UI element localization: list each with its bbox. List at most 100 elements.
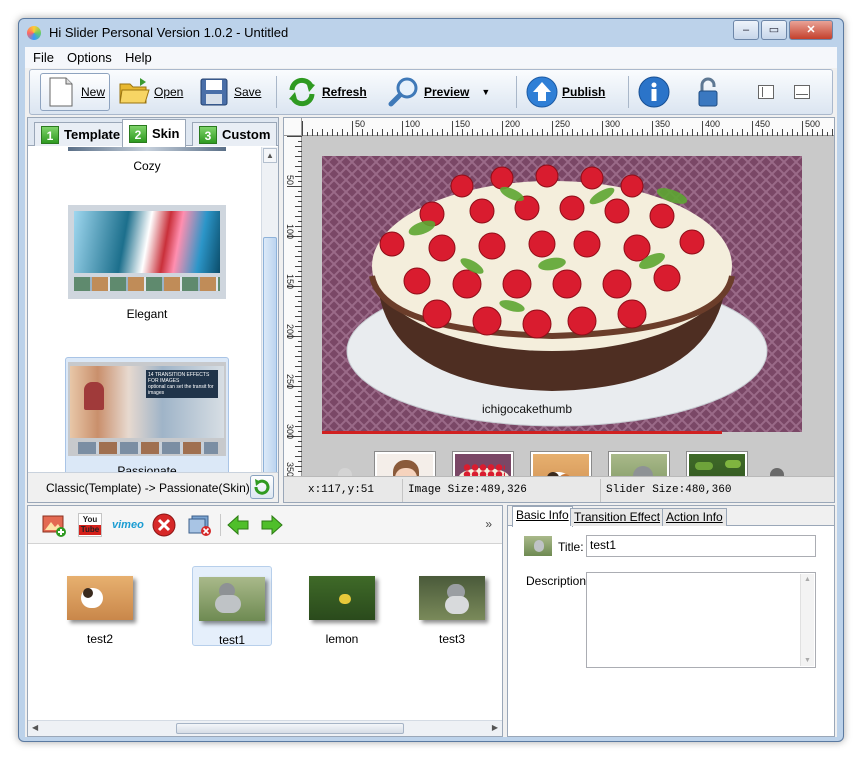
menu-help[interactable]: Help — [125, 50, 152, 65]
slide-preview-image[interactable]: ichigocakethumb — [322, 156, 802, 432]
about-button[interactable] — [638, 73, 670, 111]
more-icon[interactable]: » — [485, 517, 492, 531]
preview-label: Preview — [424, 85, 470, 99]
add-image-button[interactable] — [42, 513, 66, 537]
ruler-label: 50 — [355, 119, 366, 129]
slide-progress-bar — [322, 431, 722, 434]
tab-number-badge: 2 — [129, 124, 147, 143]
menu-bar: File Options Help — [25, 47, 837, 68]
tab-label: Action Info — [666, 510, 723, 524]
scroll-right-icon[interactable]: ▶ — [492, 723, 498, 732]
scroll-up-icon[interactable]: ▲ — [263, 148, 277, 163]
tab-template-label: Template — [64, 127, 121, 142]
ruler-label: 300 — [285, 424, 295, 440]
preview-button[interactable]: Preview ▼ — [388, 73, 490, 111]
scroll-down-icon[interactable]: ▼ — [804, 657, 811, 664]
magnifier-icon — [388, 76, 420, 108]
tab-transition-effect[interactable]: Transition Effect — [570, 508, 665, 526]
clear-images-icon — [188, 515, 211, 536]
close-button[interactable]: ✕ — [789, 20, 833, 40]
chevron-down-icon[interactable]: ▼ — [481, 87, 490, 97]
tab-skin[interactable]: 2 Skin — [122, 119, 187, 147]
scroll-thumb[interactable] — [176, 723, 404, 734]
scroll-left-icon[interactable]: ◀ — [32, 723, 38, 732]
tab-number-badge: 1 — [41, 125, 59, 144]
gallery-thumbnail — [199, 577, 265, 621]
refresh-button[interactable]: Refresh — [286, 73, 367, 111]
canvas-status-bar: x:117,y:51 Image Size:489,326 Slider Siz… — [284, 476, 834, 502]
menu-options[interactable]: Options — [67, 50, 112, 65]
add-youtube-button[interactable]: You Tube — [78, 513, 102, 537]
collapse-bottom-button[interactable] — [794, 73, 810, 111]
title-input[interactable]: test1 — [586, 535, 816, 557]
gallery-item-lemon[interactable]: lemon — [302, 566, 382, 646]
toolbar-separator — [628, 76, 629, 108]
description-scrollbar[interactable]: ▲ ▼ — [800, 574, 814, 666]
new-label: New — [81, 85, 106, 99]
main-toolbar: New Open Save Refresh Preview ▼ Publish — [29, 69, 833, 115]
publish-label: Publish — [562, 85, 606, 99]
skin-thumbnail: 14 TRANSITION EFFECTS FOR IMAGES optiona… — [68, 362, 226, 456]
move-right-button[interactable] — [260, 513, 284, 537]
tab-action-info[interactable]: Action Info — [662, 508, 727, 526]
skin-list: Cozy Elegant 14 TRANSITION EFFECTS FOR I… — [28, 147, 262, 489]
skin-panel: 1 Template 2 Skin 3 Custom Cozy Elegant … — [27, 117, 279, 503]
skin-thumbnail — [68, 147, 226, 151]
delete-button[interactable] — [152, 513, 176, 537]
collapse-left-button[interactable] — [758, 73, 774, 111]
minimize-button[interactable]: – — [733, 20, 759, 40]
skin-item-cozy[interactable]: Cozy — [65, 147, 229, 173]
slider-canvas: 50 100 150 200 250 300 350 400 450 500 5… — [283, 117, 835, 503]
gallery-item-test3[interactable]: test3 — [412, 566, 492, 646]
gallery-item-name: test1 — [218, 633, 245, 647]
save-button[interactable]: Save — [198, 73, 261, 111]
description-textarea[interactable] — [586, 572, 816, 668]
scroll-up-icon[interactable]: ▲ — [804, 576, 811, 583]
skin-status-text: Classic(Template) -> Passionate(Skin) — [46, 481, 250, 495]
open-button[interactable]: Open — [118, 73, 183, 111]
scroll-thumb[interactable] — [263, 237, 277, 487]
tab-template[interactable]: 1 Template — [34, 122, 128, 146]
tab-basic-info[interactable]: Basic Info — [512, 506, 573, 527]
delete-icon — [152, 513, 176, 537]
app-logo-icon — [27, 26, 41, 40]
apply-skin-button[interactable] — [250, 475, 274, 499]
gallery-item-test1[interactable]: test1 — [192, 566, 272, 647]
skin-item-elegant[interactable]: Elegant — [65, 205, 229, 321]
banner-headline: 14 TRANSITION EFFECTS FOR IMAGES — [148, 372, 210, 384]
add-vimeo-button[interactable]: vimeo — [112, 513, 146, 537]
publish-button[interactable]: Publish — [526, 73, 605, 111]
skin-item-passionate[interactable]: 14 TRANSITION EFFECTS FOR IMAGES optiona… — [65, 357, 229, 487]
arrow-right-icon — [261, 514, 283, 536]
tab-label: Basic Info — [516, 508, 569, 522]
images-hscrollbar[interactable]: ◀ ▶ — [28, 720, 502, 736]
panel-bottom-icon — [794, 85, 810, 99]
client-area: File Options Help New Open Save Refresh … — [25, 47, 837, 737]
tab-custom[interactable]: 3 Custom — [192, 122, 278, 146]
refresh-label: Refresh — [322, 85, 367, 99]
save-label: Save — [234, 85, 262, 99]
ruler-label: 200 — [285, 324, 295, 340]
images-panel: You Tube vimeo » test2 test1 lemon test3… — [27, 505, 503, 737]
gallery-thumbnail — [309, 576, 375, 620]
new-button[interactable]: New — [40, 73, 110, 111]
gallery-item-name: lemon — [325, 632, 359, 646]
toolbar-separator — [276, 76, 277, 108]
title-bar[interactable]: Hi Slider Personal Version 1.0.2 - Untit… — [19, 19, 843, 47]
info-panel: Basic Info Transition Effect Action Info… — [507, 505, 835, 737]
settings-tabs: 1 Template 2 Skin 3 Custom — [28, 118, 278, 147]
skin-list-scrollbar[interactable]: ▲ ▼ — [261, 147, 278, 489]
gallery-item-test2[interactable]: test2 — [60, 566, 140, 646]
gallery-item-name: test3 — [438, 632, 465, 646]
move-left-button[interactable] — [226, 513, 250, 537]
menu-file[interactable]: File — [33, 50, 54, 65]
slide-caption: ichigocakethumb — [482, 402, 573, 416]
ruler-label: 100 — [285, 224, 295, 240]
clear-all-button[interactable] — [188, 513, 212, 537]
lock-button[interactable] — [692, 73, 724, 111]
images-toolbar: You Tube vimeo » — [28, 506, 502, 544]
horizontal-ruler: 50 100 150 200 250 300 350 400 450 500 — [302, 118, 834, 136]
maximize-button[interactable]: ▭ — [761, 20, 787, 40]
ruler-label: 450 — [755, 119, 771, 129]
ruler-label: 300 — [605, 119, 621, 129]
